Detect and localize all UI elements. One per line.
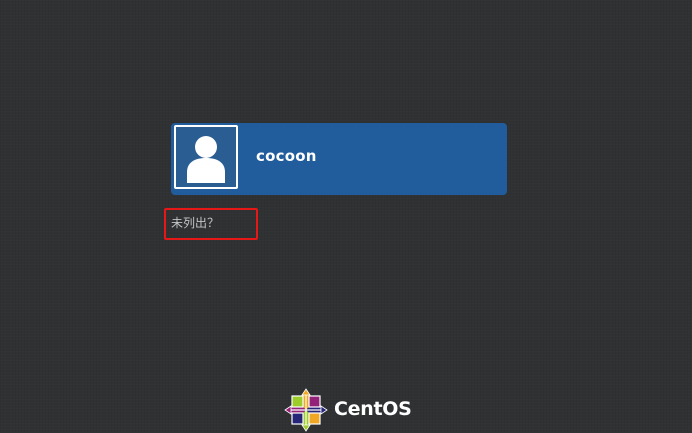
- not-listed-button[interactable]: 未列出？: [164, 208, 258, 240]
- login-screen: cocoon 未列出？ CentOS: [0, 0, 692, 433]
- user-name: cocoon: [256, 147, 317, 165]
- not-listed-label: 未列出？: [171, 216, 220, 230]
- brand-name: CentOS: [334, 398, 412, 420]
- user-list-item-cocoon[interactable]: cocoon: [171, 123, 507, 195]
- centos-logo-icon: [284, 388, 328, 432]
- branding: CentOS: [284, 388, 414, 432]
- user-silhouette-icon: [174, 125, 238, 189]
